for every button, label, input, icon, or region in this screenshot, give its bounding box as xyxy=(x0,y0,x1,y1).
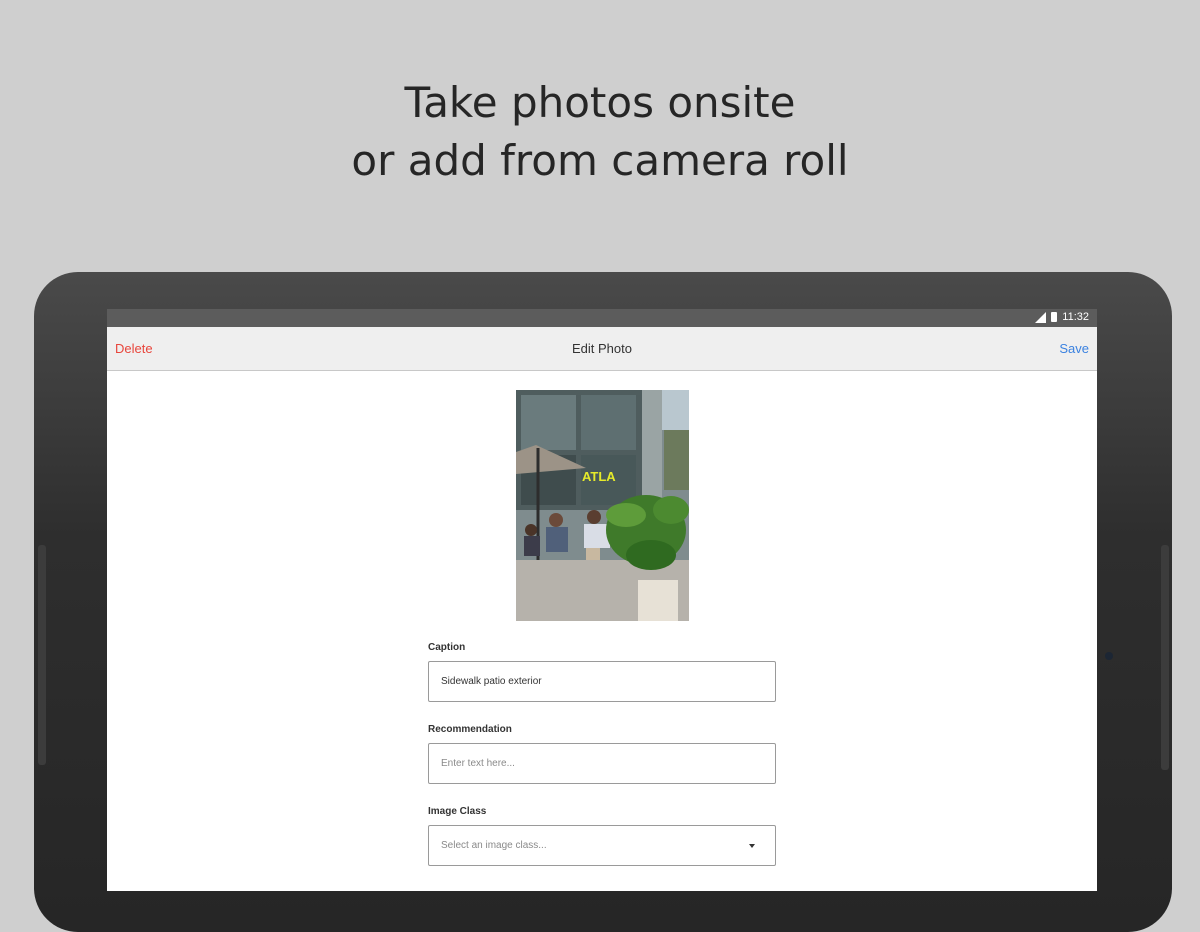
marketing-headline: Take photos onsite or add from camera ro… xyxy=(0,74,1200,190)
battery-icon xyxy=(1051,312,1058,322)
save-button[interactable]: Save xyxy=(1059,341,1089,356)
headline-line-2: or add from camera roll xyxy=(351,136,849,185)
image-class-placeholder: Select an image class... xyxy=(441,840,547,851)
image-class-label: Image Class xyxy=(428,806,487,817)
tablet-side-button-right xyxy=(1161,545,1169,770)
status-bar: 11:32 xyxy=(107,309,1097,327)
caption-group: Caption Sidewalk patio exterior xyxy=(428,640,776,722)
recommendation-input[interactable]: Enter text here... xyxy=(428,743,776,784)
caption-input[interactable]: Sidewalk patio exterior xyxy=(428,661,776,702)
recommendation-label: Recommendation xyxy=(428,724,512,735)
headline-line-1: Take photos onsite xyxy=(404,78,796,127)
image-class-select[interactable]: Select an image class... xyxy=(428,825,776,866)
recommendation-group: Recommendation Enter text here... xyxy=(428,722,776,804)
page-title: Edit Photo xyxy=(572,341,632,356)
chevron-down-icon xyxy=(749,844,755,848)
photo-form: Caption Sidewalk patio exterior Recommen… xyxy=(428,640,776,886)
photo-sign-text: ATLA xyxy=(582,469,616,484)
photo-preview[interactable]: ATLA xyxy=(516,390,689,621)
recommendation-placeholder: Enter text here... xyxy=(441,758,515,769)
app-screen: 11:32 Delete Edit Photo Save ATLA Captio… xyxy=(107,309,1097,891)
photo-image: ATLA xyxy=(516,390,689,621)
tablet-side-button-left xyxy=(38,545,46,765)
signal-icon xyxy=(1035,311,1047,323)
nav-bar: Delete Edit Photo Save xyxy=(107,327,1097,371)
caption-value: Sidewalk patio exterior xyxy=(441,676,542,687)
status-time: 11:32 xyxy=(1062,311,1089,323)
status-icons: 11:32 xyxy=(1035,311,1089,323)
front-camera xyxy=(1105,652,1113,660)
caption-label: Caption xyxy=(428,642,466,653)
image-class-group: Image Class Select an image class... xyxy=(428,804,776,886)
